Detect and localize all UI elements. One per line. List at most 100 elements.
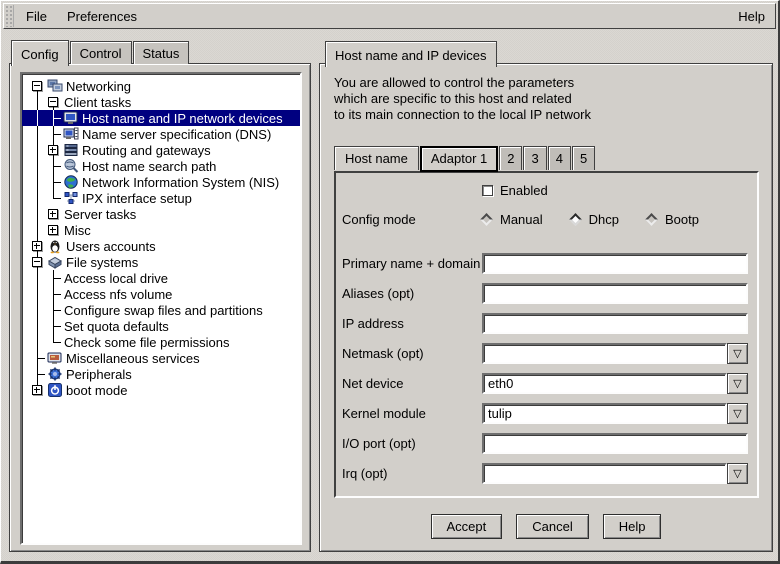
field-label: IP address	[342, 316, 482, 331]
field-row: IP address	[342, 308, 757, 338]
tree-item-label: Server tasks	[64, 207, 136, 222]
tree-item-server-tasks[interactable]: Server tasks	[29, 206, 300, 222]
tab-host-name[interactable]: Host name	[334, 146, 419, 170]
tree-item-check-file-permissions[interactable]: Check some file permissions	[29, 334, 300, 350]
radio-label: Dhcp	[589, 212, 619, 227]
radio-dhcp[interactable]: Dhcp	[571, 212, 619, 227]
tree-item-label: Host name search path	[82, 159, 216, 174]
tree-item-label: Peripherals	[66, 367, 132, 382]
tree-item-host-name-search-path[interactable]: Host name search path	[29, 158, 300, 174]
expander-plus-icon[interactable]	[45, 142, 61, 158]
tab-control[interactable]: Control	[70, 41, 132, 64]
globe-icon	[63, 174, 79, 190]
enabled-checkbox[interactable]	[482, 185, 493, 196]
menu-bar: File Preferences Help	[3, 3, 776, 29]
field-label: Netmask (opt)	[342, 346, 482, 361]
expander-minus-icon[interactable]	[45, 94, 61, 110]
tree-item-label: Set quota defaults	[64, 319, 169, 334]
tab-adaptor-4[interactable]: 4	[548, 146, 571, 170]
radio-label: Bootp	[665, 212, 699, 227]
kernel-module-input[interactable]	[482, 403, 727, 424]
cancel-button[interactable]: Cancel	[516, 514, 588, 539]
expander-minus-icon[interactable]	[29, 254, 45, 270]
menu-preferences[interactable]: Preferences	[57, 5, 147, 28]
field-row: Primary name + domain	[342, 248, 757, 278]
tree-item-label: Network Information System (NIS)	[82, 175, 279, 190]
tree-item-dns[interactable]: Name server specification (DNS)	[29, 126, 300, 142]
tree-item-configure-swap[interactable]: Configure swap files and partitions	[29, 302, 300, 318]
tree-item-networking[interactable]: Networking	[29, 78, 300, 94]
action-buttons: Accept Cancel Help	[320, 514, 772, 539]
tree-item-misc[interactable]: Misc	[29, 222, 300, 238]
menu-help[interactable]: Help	[728, 5, 775, 28]
tree-item-label: Access local drive	[64, 271, 168, 286]
dropdown-icon[interactable]	[727, 403, 748, 424]
field-row: Kernel module	[342, 398, 757, 428]
dropdown-icon[interactable]	[727, 373, 748, 394]
tree-item-label: boot mode	[66, 383, 127, 398]
expander-minus-icon[interactable]	[29, 78, 45, 94]
description-line: You are allowed to control the parameter…	[334, 75, 591, 91]
tree-item-file-systems[interactable]: File systems	[29, 254, 300, 270]
tab-adaptor-3[interactable]: 3	[523, 146, 546, 170]
expander-plus-icon[interactable]	[29, 382, 45, 398]
description-line: which are specific to this host and rela…	[334, 91, 591, 107]
tab-adaptor-2[interactable]: 2	[499, 146, 522, 170]
tab-adaptor-1[interactable]: Adaptor 1	[420, 146, 498, 172]
net-device-input[interactable]	[482, 373, 727, 394]
radio-bootp[interactable]: Bootp	[647, 212, 699, 227]
tree-item-nis[interactable]: Network Information System (NIS)	[29, 174, 300, 190]
radio-diamond-icon	[645, 213, 658, 226]
tree-item-host-name-ip-devices[interactable]: Host name and IP network devices	[22, 110, 302, 126]
ipx-network-icon	[63, 190, 79, 206]
tree-item-boot-mode[interactable]: boot mode	[29, 382, 300, 398]
radio-diamond-icon	[569, 213, 582, 226]
tree-item-label: Users accounts	[66, 239, 156, 254]
peripherals-icon	[47, 366, 63, 382]
tree-item-routing-gateways[interactable]: Routing and gateways	[29, 142, 300, 158]
config-panel: Networking Client tasks Host name and IP…	[9, 63, 311, 552]
ip-address-input[interactable]	[482, 313, 748, 334]
primary-name-domain-input[interactable]	[482, 253, 748, 274]
tree-item-label: Host name and IP network devices	[82, 111, 283, 126]
tab-config[interactable]: Config	[11, 40, 69, 66]
irq-input[interactable]	[482, 463, 727, 484]
expander-plus-icon[interactable]	[45, 222, 61, 238]
dropdown-icon[interactable]	[727, 463, 748, 484]
field-row: I/O port (opt)	[342, 428, 757, 458]
config-mode-group: Manual Dhcp Bootp	[482, 212, 699, 227]
filesystems-icon	[47, 254, 63, 270]
expander-plus-icon[interactable]	[29, 238, 45, 254]
dropdown-icon[interactable]	[727, 343, 748, 364]
tree-item-label: Routing and gateways	[82, 143, 211, 158]
accept-button[interactable]: Accept	[431, 514, 503, 539]
tree-item-miscellaneous-services[interactable]: Miscellaneous services	[29, 350, 300, 366]
tree-item-access-nfs-volume[interactable]: Access nfs volume	[29, 286, 300, 302]
netmask-input[interactable]	[482, 343, 727, 364]
tree-item-access-local-drive[interactable]: Access local drive	[29, 270, 300, 286]
linuxconf-window: { "menu": { "items": [ { "label": "File"…	[0, 0, 780, 564]
enabled-row: Enabled	[342, 178, 757, 202]
menubar-grip[interactable]	[5, 5, 14, 27]
io-port-input[interactable]	[482, 433, 748, 454]
radio-manual[interactable]: Manual	[482, 212, 543, 227]
field-row: Aliases (opt)	[342, 278, 757, 308]
menu-file[interactable]: File	[16, 5, 57, 28]
help-button[interactable]: Help	[603, 514, 662, 539]
dns-icon	[63, 126, 79, 142]
tab-host-name-ip-devices[interactable]: Host name and IP devices	[325, 41, 497, 67]
tree-item-client-tasks[interactable]: Client tasks	[29, 94, 300, 110]
tree-item-peripherals[interactable]: Peripherals	[29, 366, 300, 382]
aliases-input[interactable]	[482, 283, 748, 304]
tree-item-ipx-setup[interactable]: IPX interface setup	[29, 190, 300, 206]
tree-item-users-accounts[interactable]: Users accounts	[29, 238, 300, 254]
field-label: I/O port (opt)	[342, 436, 482, 451]
adaptor-tab-bar: Host name Adaptor 1 2 3 4 5	[334, 146, 596, 170]
adaptor-form: Enabled Config mode Manual Dhcp Bootp	[334, 171, 759, 498]
tab-adaptor-5[interactable]: 5	[572, 146, 595, 170]
expander-plus-icon[interactable]	[45, 206, 61, 222]
field-row: Net device	[342, 368, 757, 398]
tree-item-set-quota-defaults[interactable]: Set quota defaults	[29, 318, 300, 334]
tab-status[interactable]: Status	[133, 41, 190, 64]
tree-item-label: Miscellaneous services	[66, 351, 200, 366]
